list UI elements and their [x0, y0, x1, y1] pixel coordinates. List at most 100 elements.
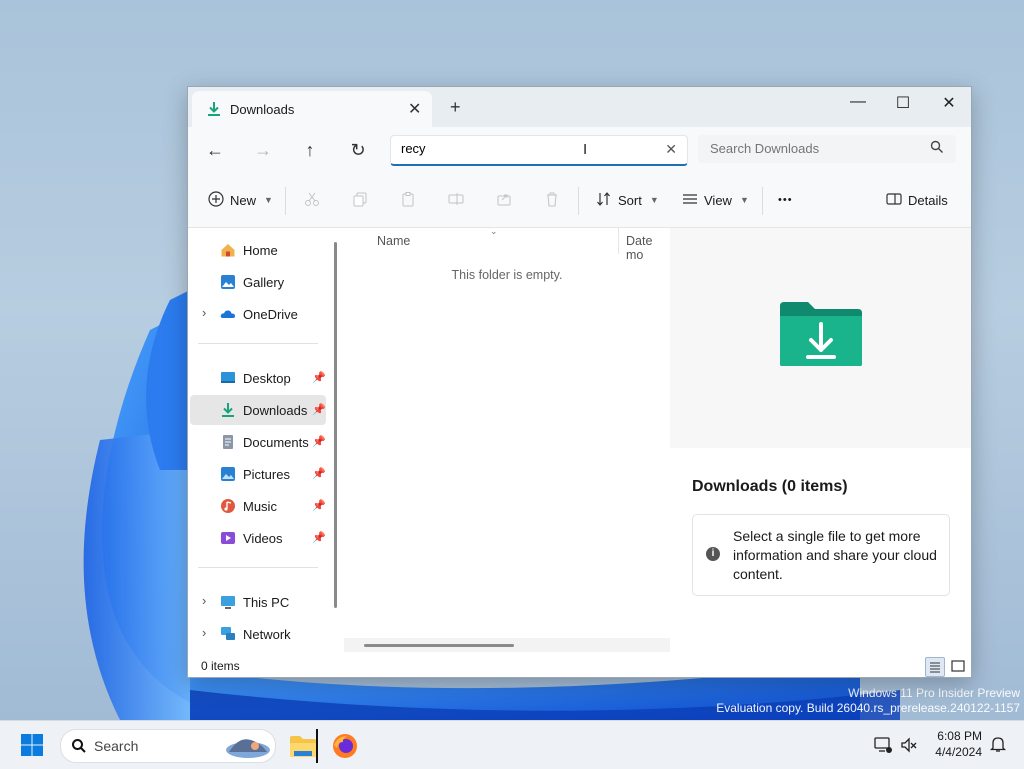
details-pane: Downloads (0 items) i Select a single fi…	[670, 228, 971, 654]
details-label: Details	[908, 192, 948, 208]
sidebar-item-videos[interactable]: Videos 📌	[190, 523, 326, 553]
view-label: View	[704, 192, 732, 208]
sidebar-item-desktop[interactable]: Desktop 📌	[190, 363, 326, 393]
horizontal-scrollbar[interactable]	[344, 638, 670, 652]
gallery-icon	[220, 274, 236, 290]
sidebar-item-this-pc[interactable]: › This PC	[190, 587, 326, 617]
details-view-toggle[interactable]	[925, 657, 945, 677]
toolbar-divider	[578, 187, 579, 215]
rename-button[interactable]	[448, 189, 464, 211]
up-button[interactable]: ↑	[298, 139, 322, 163]
new-button[interactable]: New ▼	[208, 189, 273, 211]
pin-icon[interactable]: 📌	[312, 531, 326, 544]
cloud-icon	[220, 306, 236, 322]
navigation-pane: Home Gallery › OneDrive Desktop 📌 Downlo…	[188, 228, 342, 654]
copy-button[interactable]	[352, 189, 368, 211]
more-options-button[interactable]: •••	[778, 189, 793, 211]
search-box[interactable]	[698, 135, 956, 163]
address-bar[interactable]: I ✕	[390, 135, 688, 166]
sidebar-item-network[interactable]: › Network	[190, 619, 326, 649]
chevron-down-icon: ▼	[649, 195, 659, 205]
document-icon	[220, 434, 236, 450]
file-explorer-taskbar-button[interactable]	[286, 729, 320, 763]
details-pane-icon	[886, 191, 902, 210]
taskbar: Search 6:08 PM 4/4/2024	[0, 720, 1024, 769]
text-cursor-icon: I	[583, 141, 588, 158]
sidebar-item-label: Network	[243, 627, 291, 642]
file-explorer-window: Downloads ✕ + — ☐ ✕ ← → ↑ ↻ I ✕ New ▼	[187, 86, 972, 678]
file-list[interactable]: ⌄ Name Date mo This folder is empty.	[344, 226, 670, 654]
video-icon	[220, 530, 236, 546]
network-status-icon[interactable]	[874, 736, 892, 757]
column-divider[interactable]	[618, 228, 619, 254]
search-icon[interactable]	[930, 140, 944, 157]
share-icon	[496, 191, 512, 210]
downloads-folder-icon	[778, 300, 864, 371]
empty-folder-message: This folder is empty.	[451, 268, 563, 282]
download-icon	[220, 402, 236, 418]
sidebar-item-home[interactable]: Home	[190, 235, 326, 265]
clock-time: 6:08 PM	[937, 729, 982, 743]
view-button[interactable]: View ▼	[682, 189, 749, 211]
sidebar-item-onedrive[interactable]: › OneDrive	[190, 299, 326, 329]
system-clock[interactable]: 6:08 PM 4/4/2024	[930, 728, 982, 760]
address-clear-button[interactable]: ✕	[665, 141, 677, 158]
chevron-right-icon[interactable]: ›	[202, 305, 206, 320]
rename-icon	[448, 191, 464, 210]
address-input[interactable]	[401, 141, 641, 156]
taskbar-search[interactable]: Search	[60, 729, 276, 763]
column-header-date-modified[interactable]: Date mo	[626, 234, 670, 262]
search-input[interactable]	[710, 141, 910, 156]
sidebar-item-music[interactable]: Music 📌	[190, 491, 326, 521]
pin-icon[interactable]: 📌	[312, 499, 326, 512]
column-header-name[interactable]: Name	[377, 234, 410, 248]
clock-date: 4/4/2024	[935, 745, 982, 759]
watermark-line-1: Windows 11 Pro Insider Preview	[848, 686, 1020, 700]
pin-icon[interactable]: 📌	[312, 435, 326, 448]
build-watermark: Windows 11 Pro Insider Preview Evaluatio…	[716, 686, 1020, 716]
tab-downloads[interactable]: Downloads ✕	[192, 91, 432, 127]
sidebar-item-label: Documents	[243, 435, 309, 450]
preview-area	[670, 228, 971, 448]
refresh-button[interactable]: ↻	[346, 139, 370, 163]
firefox-taskbar-button[interactable]	[332, 733, 358, 762]
cut-button[interactable]	[304, 189, 320, 211]
start-button[interactable]	[20, 733, 44, 760]
sidebar-item-label: Videos	[243, 531, 283, 546]
details-title: Downloads (0 items)	[692, 478, 848, 495]
volume-muted-icon[interactable]	[900, 736, 918, 757]
tiles-view-toggle[interactable]	[949, 657, 967, 675]
scrollbar-thumb[interactable]	[364, 644, 514, 647]
pin-icon[interactable]: 📌	[312, 467, 326, 480]
minimize-button[interactable]: —	[840, 93, 876, 117]
forward-button[interactable]: →	[251, 139, 275, 163]
folder-icon	[290, 736, 316, 757]
maximize-button[interactable]: ☐	[885, 93, 921, 117]
chevron-right-icon[interactable]: ›	[202, 593, 206, 608]
details-pane-button[interactable]: Details	[886, 189, 948, 211]
chevron-right-icon[interactable]: ›	[202, 625, 206, 640]
music-icon	[220, 498, 236, 514]
sidebar-scrollbar[interactable]	[334, 242, 337, 608]
tab-close-button[interactable]: ✕	[408, 99, 421, 119]
sidebar-item-pictures[interactable]: Pictures 📌	[190, 459, 326, 489]
info-box: i Select a single file to get more infor…	[692, 514, 950, 596]
firefox-icon	[333, 734, 357, 758]
sidebar-item-gallery[interactable]: Gallery	[190, 267, 326, 297]
home-icon	[220, 242, 236, 258]
delete-button[interactable]	[544, 189, 560, 211]
share-button[interactable]	[496, 189, 512, 211]
pin-icon[interactable]: 📌	[312, 403, 326, 416]
close-button[interactable]: ✕	[931, 93, 967, 117]
new-tab-button[interactable]: +	[450, 97, 461, 118]
sort-button[interactable]: Sort ▼	[596, 189, 659, 211]
back-button[interactable]: ←	[203, 139, 227, 163]
notification-bell-icon[interactable]	[989, 735, 1007, 756]
sort-label: Sort	[618, 192, 642, 208]
sidebar-item-documents[interactable]: Documents 📌	[190, 427, 326, 457]
chevron-down-icon: ▼	[264, 195, 273, 205]
sidebar-item-downloads[interactable]: Downloads 📌	[190, 395, 326, 425]
paste-button[interactable]	[400, 189, 416, 211]
pin-icon[interactable]: 📌	[312, 371, 326, 384]
title-bar[interactable]: Downloads ✕ + — ☐ ✕	[188, 87, 971, 127]
